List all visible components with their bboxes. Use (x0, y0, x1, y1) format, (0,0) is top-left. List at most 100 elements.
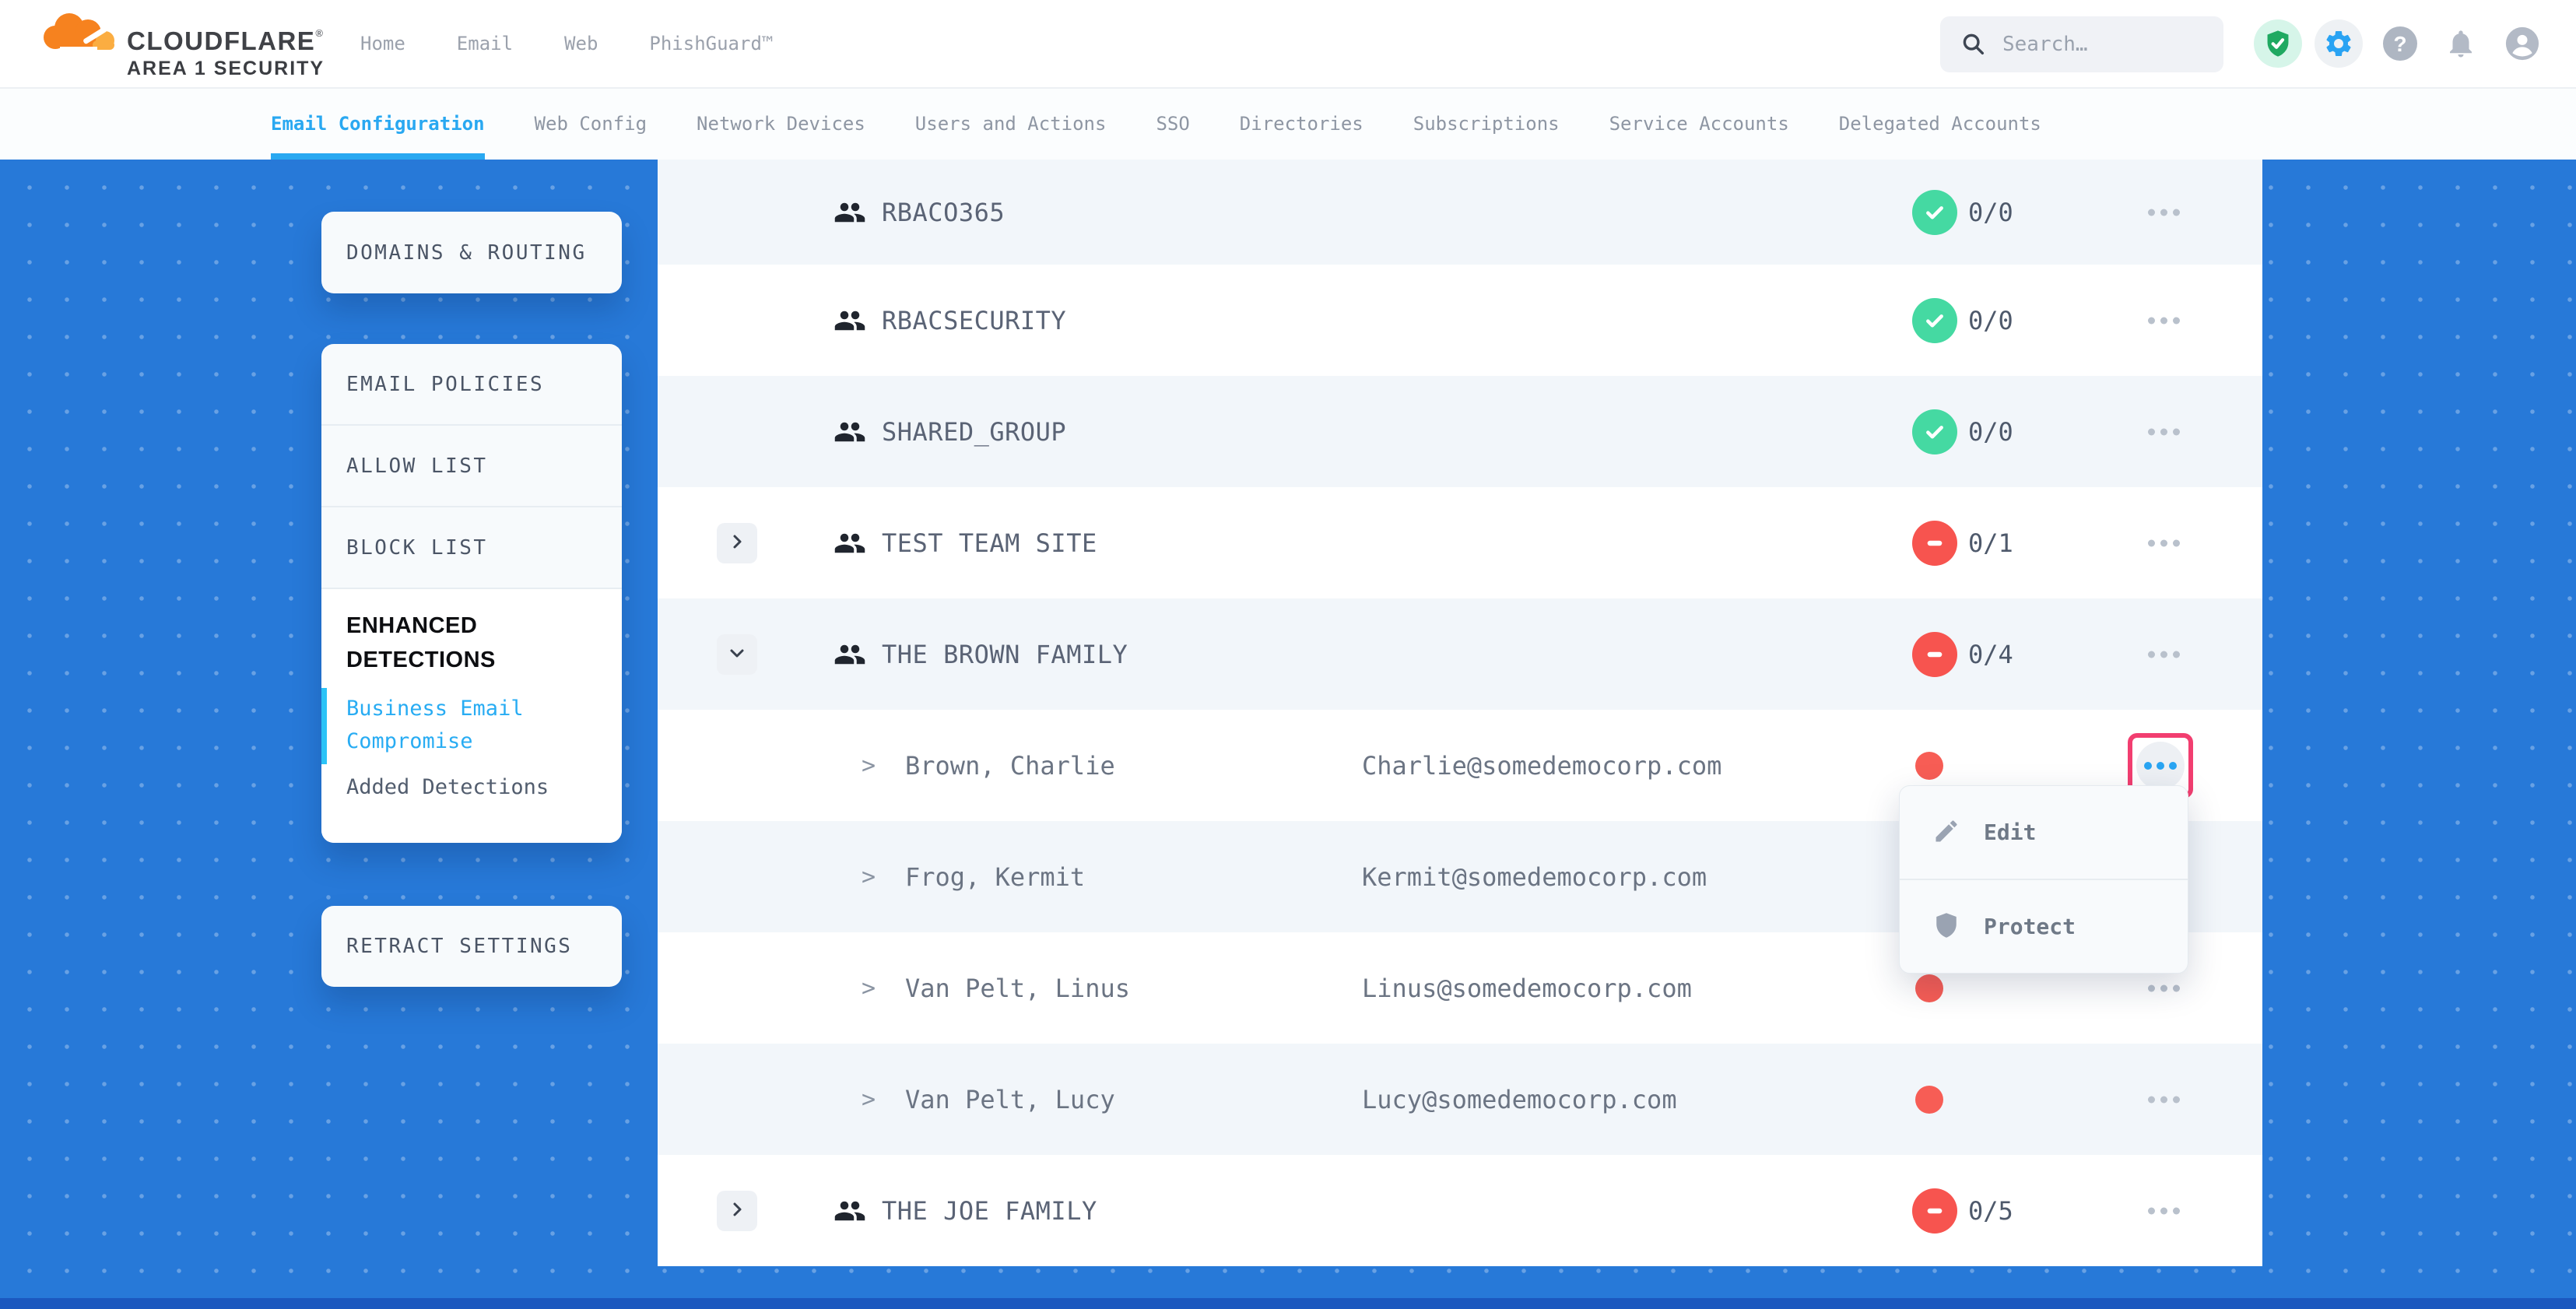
top-header: CLOUDFLARE® AREA 1 SECURITY Home Email Web… (0, 0, 2576, 89)
row-menu-button[interactable] (2139, 307, 2189, 333)
settings-gear-icon[interactable] (2315, 19, 2363, 68)
ellipsis-icon (2148, 651, 2180, 658)
ellipsis-icon (2148, 209, 2180, 216)
tab-subscriptions[interactable]: Subscriptions (1413, 89, 1560, 160)
logo-product: AREA 1 SECURITY (127, 59, 325, 79)
svg-text:?: ? (2393, 32, 2406, 56)
sidebar-card-domains: DOMAINS & ROUTING (321, 212, 622, 293)
nav-email[interactable]: Email (457, 33, 513, 54)
member-name: Van Pelt, Linus (905, 974, 1130, 1003)
status-badge (1912, 1188, 1957, 1234)
enhanced-detections-title[interactable]: ENHANCED DETECTIONS (346, 609, 549, 677)
protection-count: 0/0 (1968, 306, 2013, 335)
tab-users-and-actions[interactable]: Users and Actions (915, 89, 1107, 160)
tab-network-devices[interactable]: Network Devices (697, 89, 865, 160)
status-badge (1912, 521, 1957, 566)
shield-icon (1932, 911, 1960, 942)
menu-item-label: Edit (1984, 819, 2036, 845)
cloudflare-cloud-icon (37, 11, 119, 54)
tab-directories[interactable]: Directories (1240, 89, 1363, 160)
sidebar-link-added-detections[interactable]: Added Detections (346, 775, 597, 799)
member-name: Brown, Charlie (905, 751, 1115, 781)
status-badge (1912, 298, 1957, 343)
sidebar-card-retract: RETRACT SETTINGS (321, 906, 622, 987)
protection-count: 0/0 (1968, 198, 2013, 227)
search-box[interactable] (1940, 16, 2223, 72)
sidebar-item-block-list[interactable]: BLOCK LIST (321, 506, 622, 588)
tab-delegated-accounts[interactable]: Delegated Accounts (1839, 89, 2041, 160)
member-name: Frog, Kermit (905, 862, 1085, 892)
tab-web-config[interactable]: Web Config (535, 89, 648, 160)
sidebar-item-domains-routing[interactable]: DOMAINS & ROUTING (321, 212, 622, 293)
member-caret: > (862, 752, 876, 779)
cloudflare-logo: CLOUDFLARE® AREA 1 SECURITY (37, 6, 325, 79)
sidebar-item-email-policies[interactable]: EMAIL POLICIES (321, 344, 622, 424)
row-menu-button[interactable] (2139, 199, 2189, 225)
group-row: RBACSECURITY0/0 (658, 265, 2262, 376)
groups-table: RBACO3650/0RBACSECURITY0/0SHARED_GROUP0/… (658, 160, 2262, 1266)
row-menu-button[interactable] (2139, 530, 2189, 556)
member-name: Van Pelt, Lucy (905, 1085, 1115, 1114)
secondary-nav: Email Configuration Web Config Network Dev… (0, 89, 2576, 160)
chevron-down-icon (728, 644, 746, 665)
sidebar-card-policies: EMAIL POLICIESALLOW LISTBLOCK LIST ENHAN… (321, 344, 622, 843)
ellipsis-icon (2148, 984, 2180, 991)
group-people-icon (834, 304, 866, 337)
menu-item-label: Protect (1984, 914, 2076, 939)
nav-home[interactable]: Home (360, 33, 405, 54)
member-email: Charlie@somedemocorp.com (1362, 751, 1721, 781)
group-name: THE BROWN FAMILY (882, 640, 1128, 669)
active-indicator-bar (321, 688, 327, 764)
tab-sso[interactable]: SSO (1156, 89, 1189, 160)
header-icon-cluster: ? (2254, 0, 2540, 87)
search-input[interactable] (2001, 32, 2199, 57)
group-row: RBACO365 0/0 (658, 160, 2262, 265)
row-menu-button[interactable] (2139, 975, 2189, 1001)
group-row: THE JOE FAMILY0/5 (658, 1155, 2262, 1266)
ellipsis-icon (2148, 1096, 2180, 1103)
app-root: CLOUDFLARE® AREA 1 SECURITY Home Email Web… (0, 0, 2576, 1309)
row-menu-button[interactable] (2139, 641, 2189, 667)
row-context-menu: Edit Protect (1899, 785, 2188, 974)
registered-mark: ® (315, 27, 324, 39)
sidebar-item-allow-list[interactable]: ALLOW LIST (321, 424, 622, 506)
enhanced-detections-section: ENHANCED DETECTIONS Business Email Compr… (321, 588, 622, 843)
ellipsis-icon (2148, 539, 2180, 546)
group-people-icon (834, 196, 866, 229)
shield-check-icon[interactable] (2254, 19, 2302, 68)
protection-count: 0/4 (1968, 640, 2013, 669)
expand-group-button[interactable] (717, 523, 757, 563)
main-nav: Home Email Web PhishGuard™ (360, 0, 773, 87)
group-people-icon (834, 1195, 866, 1227)
nav-phishguard[interactable]: PhishGuard™ (649, 33, 773, 54)
user-avatar-icon[interactable] (2504, 26, 2540, 61)
group-name: THE JOE FAMILY (882, 1196, 1097, 1226)
ellipsis-icon (2148, 428, 2180, 435)
tab-email-configuration[interactable]: Email Configuration (271, 89, 485, 160)
notifications-bell-icon[interactable] (2444, 26, 2478, 61)
row-menu-button[interactable] (2139, 1086, 2189, 1112)
group-people-icon (834, 638, 866, 671)
expand-group-button[interactable] (717, 1191, 757, 1231)
row-menu-button[interactable] (2139, 419, 2189, 444)
sidebar-link-business-email-compromise[interactable]: Business Email Compromise (346, 693, 541, 758)
protection-count: 0/0 (1968, 417, 2013, 447)
member-email: Linus@somedemocorp.com (1362, 974, 1692, 1003)
menu-item-edit[interactable]: Edit (1900, 786, 2188, 879)
status-badge (1912, 190, 1957, 235)
tab-service-accounts[interactable]: Service Accounts (1609, 89, 1789, 160)
member-caret: > (862, 974, 876, 1002)
help-icon[interactable]: ? (2381, 25, 2419, 62)
group-name: SHARED_GROUP (882, 417, 1066, 447)
nav-web[interactable]: Web (564, 33, 598, 54)
footer-strip (0, 1298, 2576, 1309)
protection-count: 0/1 (1968, 528, 2013, 558)
member-row: >Van Pelt, LucyLucy@somedemocorp.com (658, 1044, 2262, 1155)
row-menu-button[interactable] (2139, 1198, 2189, 1223)
group-people-icon (834, 416, 866, 448)
group-name: RBACO365 (882, 198, 1005, 227)
sidebar-item-retract-settings[interactable]: RETRACT SETTINGS (321, 906, 622, 987)
collapse-group-button[interactable] (717, 634, 757, 675)
group-row: SHARED_GROUP 0/0 (658, 376, 2262, 487)
menu-item-protect[interactable]: Protect (1900, 879, 2188, 973)
